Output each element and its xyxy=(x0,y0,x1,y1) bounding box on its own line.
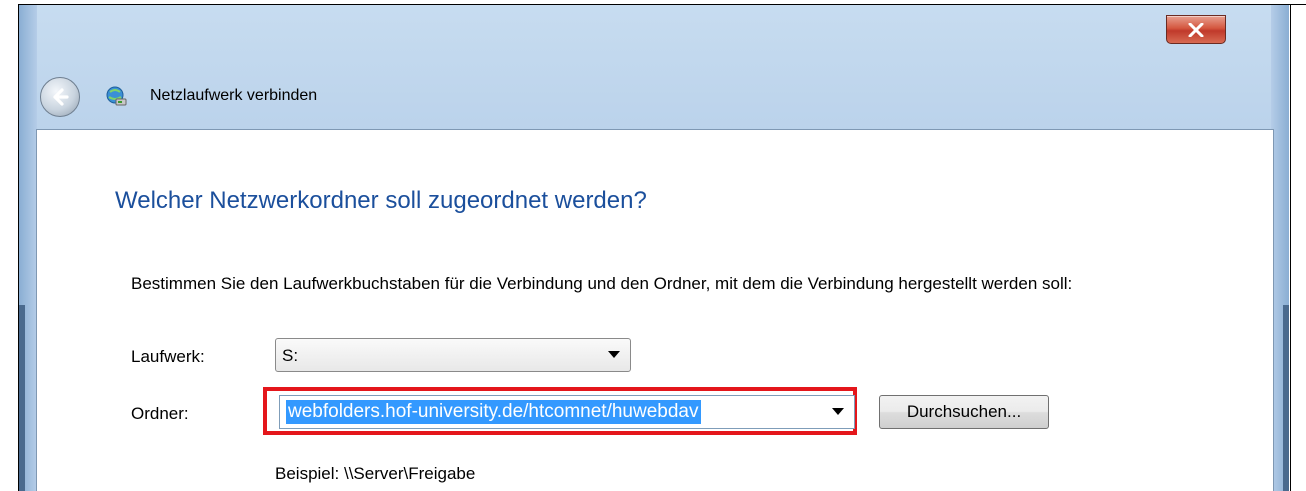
drive-letter-value: S: xyxy=(282,346,299,365)
chevron-down-icon xyxy=(608,351,620,358)
network-drive-icon xyxy=(106,86,127,106)
chevron-down-icon[interactable] xyxy=(832,408,844,416)
window-frame-edge-left xyxy=(19,305,25,491)
drive-label: Laufwerk: xyxy=(131,347,205,366)
back-arrow-icon xyxy=(53,88,69,106)
page-border-right xyxy=(1290,4,1291,491)
close-icon xyxy=(1188,22,1204,37)
window-title: Netzlaufwerk verbinden xyxy=(150,87,318,104)
drive-letter-select[interactable]: S: xyxy=(275,338,631,372)
instructions-text: Bestimmen Sie den Laufwerkbuchstaben für… xyxy=(131,274,1073,293)
close-button[interactable] xyxy=(1166,15,1226,44)
example-text: Beispiel: \\Server\Freigabe xyxy=(275,464,476,483)
page-heading: Welcher Netzwerkordner soll zugeordnet w… xyxy=(115,187,647,214)
folder-path-combobox[interactable]: webfolders.hof-university.de/htcomnet/hu… xyxy=(279,395,855,429)
browse-button[interactable]: Durchsuchen... xyxy=(879,395,1049,429)
folder-label: Ordner: xyxy=(131,404,189,423)
folder-path-value[interactable]: webfolders.hof-university.de/htcomnet/hu… xyxy=(286,400,701,424)
dialog-window: Netzlaufwerk verbinden Welcher Netzwerko… xyxy=(19,5,1289,491)
back-button[interactable] xyxy=(40,77,80,117)
window-frame-edge-right xyxy=(1283,305,1289,491)
dialog-content: Welcher Netzwerkordner soll zugeordnet w… xyxy=(36,129,1274,491)
